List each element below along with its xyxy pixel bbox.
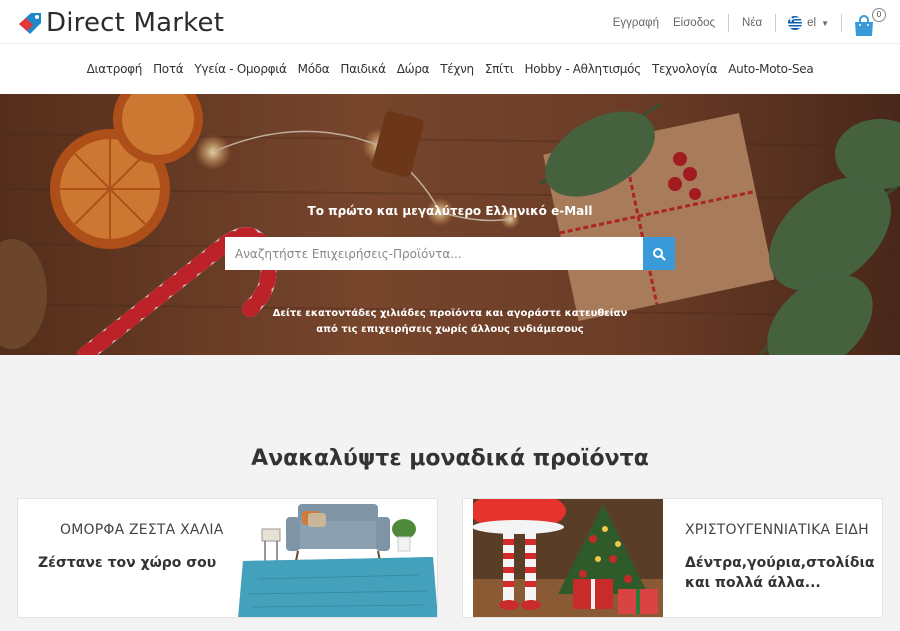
- logo-text: Direct Market: [46, 8, 225, 38]
- category-link[interactable]: Ποτά: [153, 62, 184, 76]
- top-header: Direct Market Εγγραφή Είσοδος Νέα el ▼ 0: [0, 0, 900, 44]
- greek-flag-icon: [788, 16, 803, 30]
- divider: [841, 14, 842, 32]
- search-button[interactable]: [643, 237, 675, 270]
- promo-subtitle: Δέντρα,γούρια,στολίδια και πολλά άλλα...: [685, 553, 875, 593]
- chevron-down-icon: ▼: [821, 18, 829, 28]
- hero-banner: Το πρώτο και μεγαλύτερο Ελληνικό e-Mall …: [0, 94, 900, 355]
- promo-card-christmas[interactable]: ΧΡΙΣΤΟΥΓΕΝΝΙΑΤΙΚΑ ΕΙΔΗ Δέντρα,γούρια,στο…: [462, 498, 883, 618]
- category-link[interactable]: Διατροφή: [87, 62, 143, 76]
- hero-description-line: από τις επιχειρήσεις χωρίς άλλους ενδιάμ…: [316, 324, 584, 335]
- site-logo[interactable]: Direct Market: [16, 8, 224, 38]
- promo-caption: ΟΜΟΡΦΑ ΖΕΣΤΑ ΧΑΛΙΑ: [60, 522, 224, 538]
- promo-subtitle-line: και πολλά άλλα...: [685, 575, 821, 591]
- promo-card-rugs[interactable]: ΟΜΟΡΦΑ ΖΕΣΤΑ ΧΑΛΙΑ Ζέστανε τον χώρο σου: [17, 498, 438, 618]
- category-link[interactable]: Δώρα: [397, 62, 430, 76]
- logo-tag-icon: [16, 10, 44, 36]
- hero-description-line: Δείτε εκατοντάδες χιλιάδες προϊόντα και …: [272, 308, 628, 319]
- login-link[interactable]: Είσοδος: [666, 17, 722, 29]
- category-link[interactable]: Τέχνη: [440, 62, 474, 76]
- section-title: Ανακαλύψτε μοναδικά προϊόντα: [251, 446, 649, 471]
- language-selector[interactable]: el ▼: [782, 16, 835, 30]
- search-input[interactable]: [225, 237, 643, 270]
- search-icon: [653, 247, 666, 260]
- divider: [728, 14, 730, 32]
- hero-description: Δείτε εκατοντάδες χιλιάδες προϊόντα και …: [0, 306, 900, 338]
- rug-sofa-image: [238, 499, 437, 617]
- christmas-decor-image: [473, 499, 663, 617]
- search-bar: [225, 237, 675, 270]
- hero-tagline: Το πρώτο και μεγαλύτερο Ελληνικό e-Mall: [307, 204, 593, 218]
- category-link[interactable]: Υγεία - Ομορφιά: [194, 62, 287, 76]
- divider: [775, 14, 777, 32]
- cart-count-badge: 0: [872, 8, 886, 22]
- category-link[interactable]: Μόδα: [298, 62, 330, 76]
- language-code: el: [807, 17, 817, 29]
- news-link[interactable]: Νέα: [735, 17, 769, 29]
- category-link[interactable]: Παιδικά: [340, 62, 386, 76]
- category-link[interactable]: Hobby - Αθλητισμός: [525, 62, 642, 76]
- register-link[interactable]: Εγγραφή: [606, 17, 666, 29]
- category-link[interactable]: Auto-Moto-Sea: [728, 62, 813, 76]
- promo-subtitle-line: Δέντρα,γούρια,στολίδια: [685, 555, 875, 571]
- category-link[interactable]: Σπίτι: [485, 62, 514, 76]
- promo-caption: ΧΡΙΣΤΟΥΓΕΝΝΙΑΤΙΚΑ ΕΙΔΗ: [685, 522, 869, 538]
- category-nav: Διατροφή Ποτά Υγεία - Ομορφιά Μόδα Παιδι…: [0, 44, 900, 94]
- promo-subtitle: Ζέστανε τον χώρο σου: [38, 555, 217, 571]
- cart-button[interactable]: 0: [852, 8, 886, 36]
- category-link[interactable]: Τεχνολογία: [652, 62, 718, 76]
- account-links: Εγγραφή Είσοδος Νέα el ▼ 0: [606, 8, 886, 36]
